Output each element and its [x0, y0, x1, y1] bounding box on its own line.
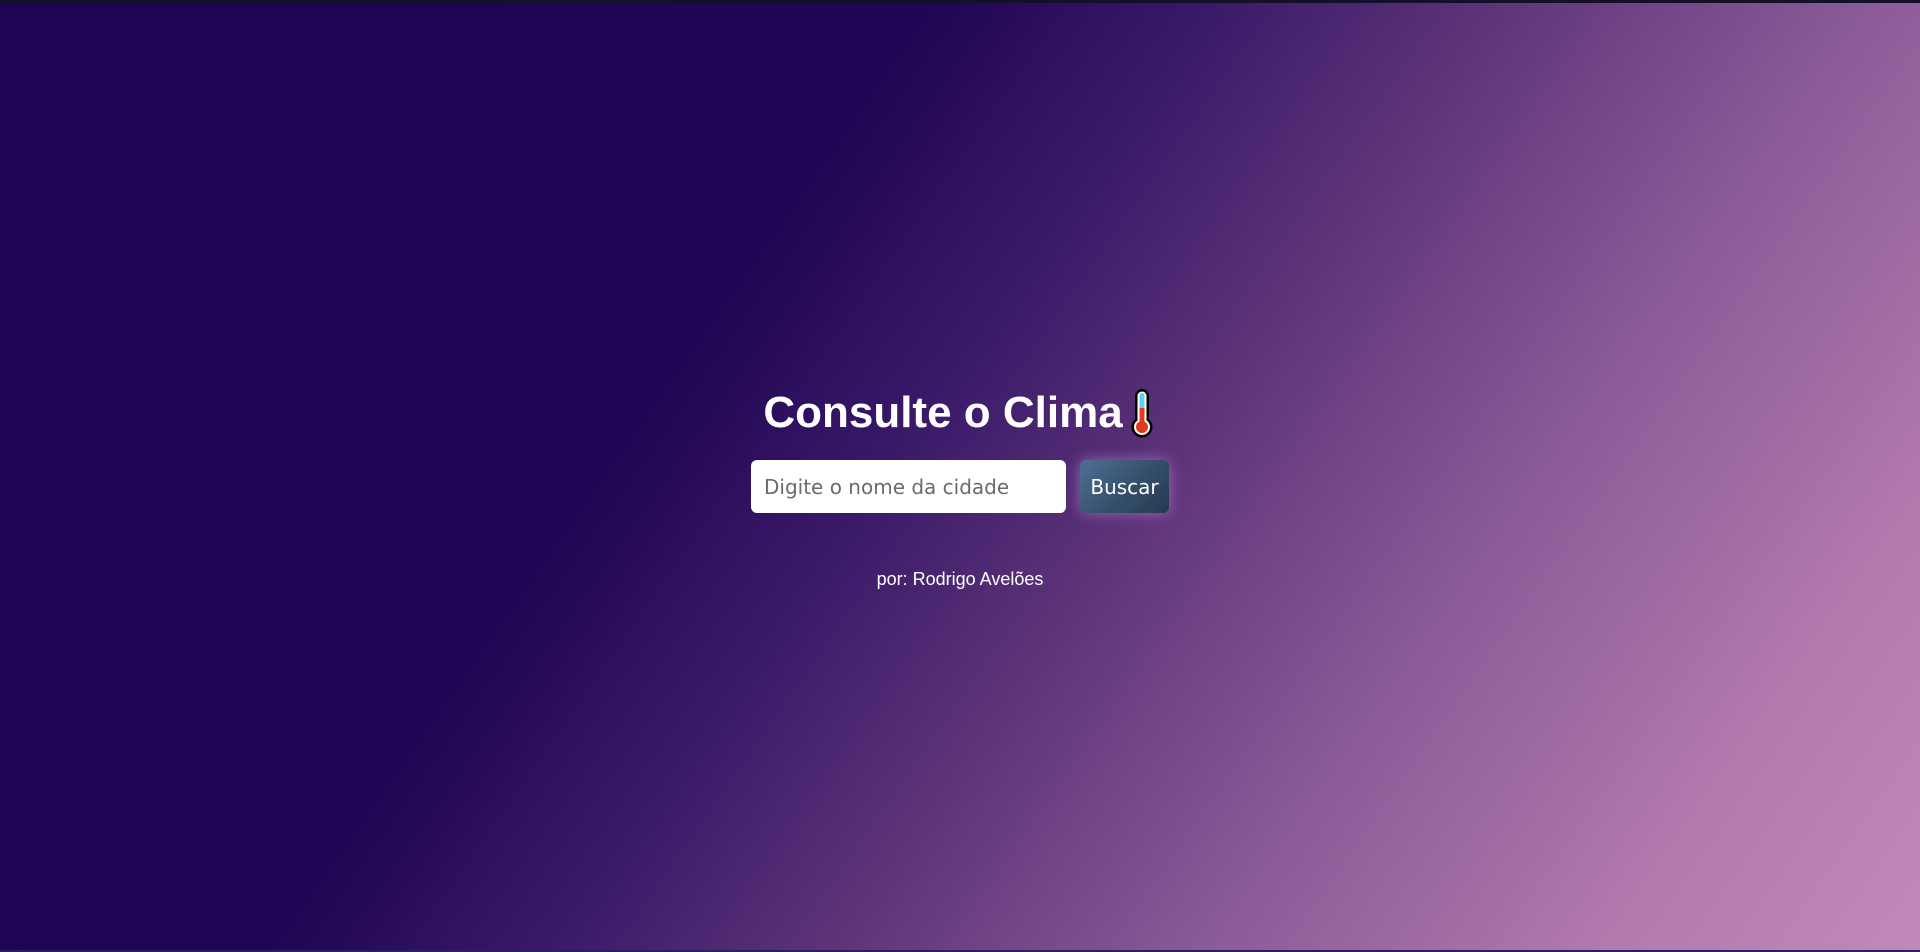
city-search-input[interactable]	[751, 460, 1066, 513]
weather-search-panel: Consulte o Clima Buscar por: Rodrigo Ave…	[0, 380, 1920, 590]
search-form: Buscar	[751, 460, 1169, 513]
search-button[interactable]: Buscar	[1080, 460, 1169, 513]
author-credit: por: Rodrigo Avelões	[876, 569, 1044, 589]
thermometer-icon	[1127, 388, 1157, 438]
top-border	[0, 0, 1920, 3]
title-row: Consulte o Clima	[763, 380, 1156, 446]
page-title: Consulte o Clima	[763, 388, 1123, 437]
